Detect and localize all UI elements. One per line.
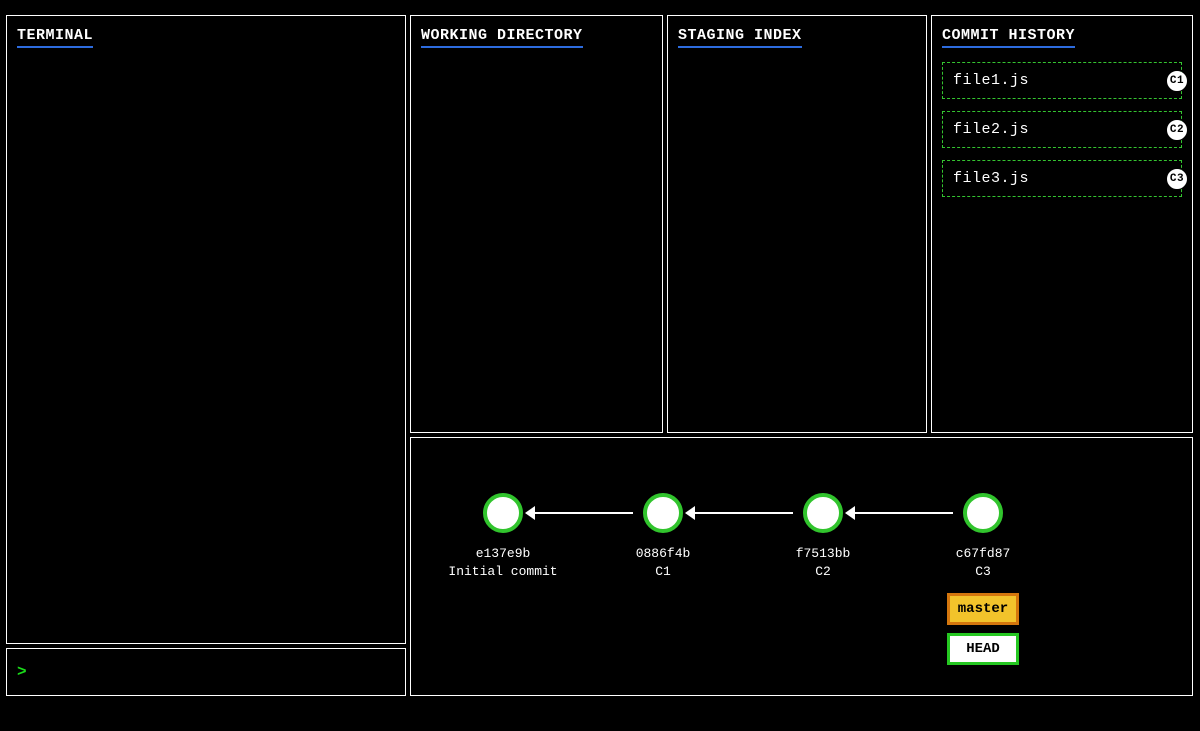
arrow-left-icon (845, 506, 855, 520)
file-name: file1.js (953, 72, 1029, 89)
commit-message: C2 (753, 563, 893, 581)
working-directory-panel: WORKING DIRECTORY (410, 15, 663, 433)
file-commit-badge: C2 (1167, 120, 1187, 140)
file-name: file3.js (953, 170, 1029, 187)
commit-node[interactable] (803, 493, 843, 533)
commit-hash: e137e9b (433, 545, 573, 563)
commit-label: f7513bb C2 (753, 545, 893, 580)
file-name: file2.js (953, 121, 1029, 138)
terminal-title: TERMINAL (17, 24, 93, 48)
commit-history-file-list: file1.js C1 file2.js C2 file3.js C3 (932, 48, 1192, 197)
commit-label: e137e9b Initial commit (433, 545, 573, 580)
terminal-input[interactable] (36, 664, 376, 681)
arrow-left-icon (525, 506, 535, 520)
file-commit-badge: C3 (1167, 169, 1187, 189)
commit-row: e137e9b Initial commit 0886f4b C1 f7513b… (411, 493, 1192, 543)
commit-arrow (533, 512, 633, 514)
terminal-prompt: > (7, 649, 27, 681)
staging-index-panel: STAGING INDEX (667, 15, 927, 433)
commit-hash: c67fd87 (913, 545, 1053, 563)
commit-message: Initial commit (433, 563, 573, 581)
commit-graph-panel: e137e9b Initial commit 0886f4b C1 f7513b… (410, 437, 1193, 696)
commit-node[interactable] (483, 493, 523, 533)
commit-label: 0886f4b C1 (593, 545, 733, 580)
commit-label: c67fd87 C3 (913, 545, 1053, 580)
commit-hash: 0886f4b (593, 545, 733, 563)
commit-arrow (853, 512, 953, 514)
arrow-left-icon (685, 506, 695, 520)
commit-message: C1 (593, 563, 733, 581)
file-commit-badge: C1 (1167, 71, 1187, 91)
commit-history-panel: COMMIT HISTORY file1.js C1 file2.js C2 f… (931, 15, 1193, 433)
branch-label-master[interactable]: master (947, 593, 1019, 625)
head-label[interactable]: HEAD (947, 633, 1019, 665)
commit-message: C3 (913, 563, 1053, 581)
staging-index-title: STAGING INDEX (678, 24, 802, 48)
commit-node[interactable] (643, 493, 683, 533)
commit-history-title: COMMIT HISTORY (942, 24, 1075, 48)
commit-hash: f7513bb (753, 545, 893, 563)
working-directory-title: WORKING DIRECTORY (421, 24, 583, 48)
file-item: file3.js C3 (942, 160, 1182, 197)
commit-arrow (693, 512, 793, 514)
terminal-panel: TERMINAL (6, 15, 406, 644)
terminal-input-panel[interactable]: > (6, 648, 406, 696)
file-item: file2.js C2 (942, 111, 1182, 148)
commit-node[interactable] (963, 493, 1003, 533)
file-item: file1.js C1 (942, 62, 1182, 99)
